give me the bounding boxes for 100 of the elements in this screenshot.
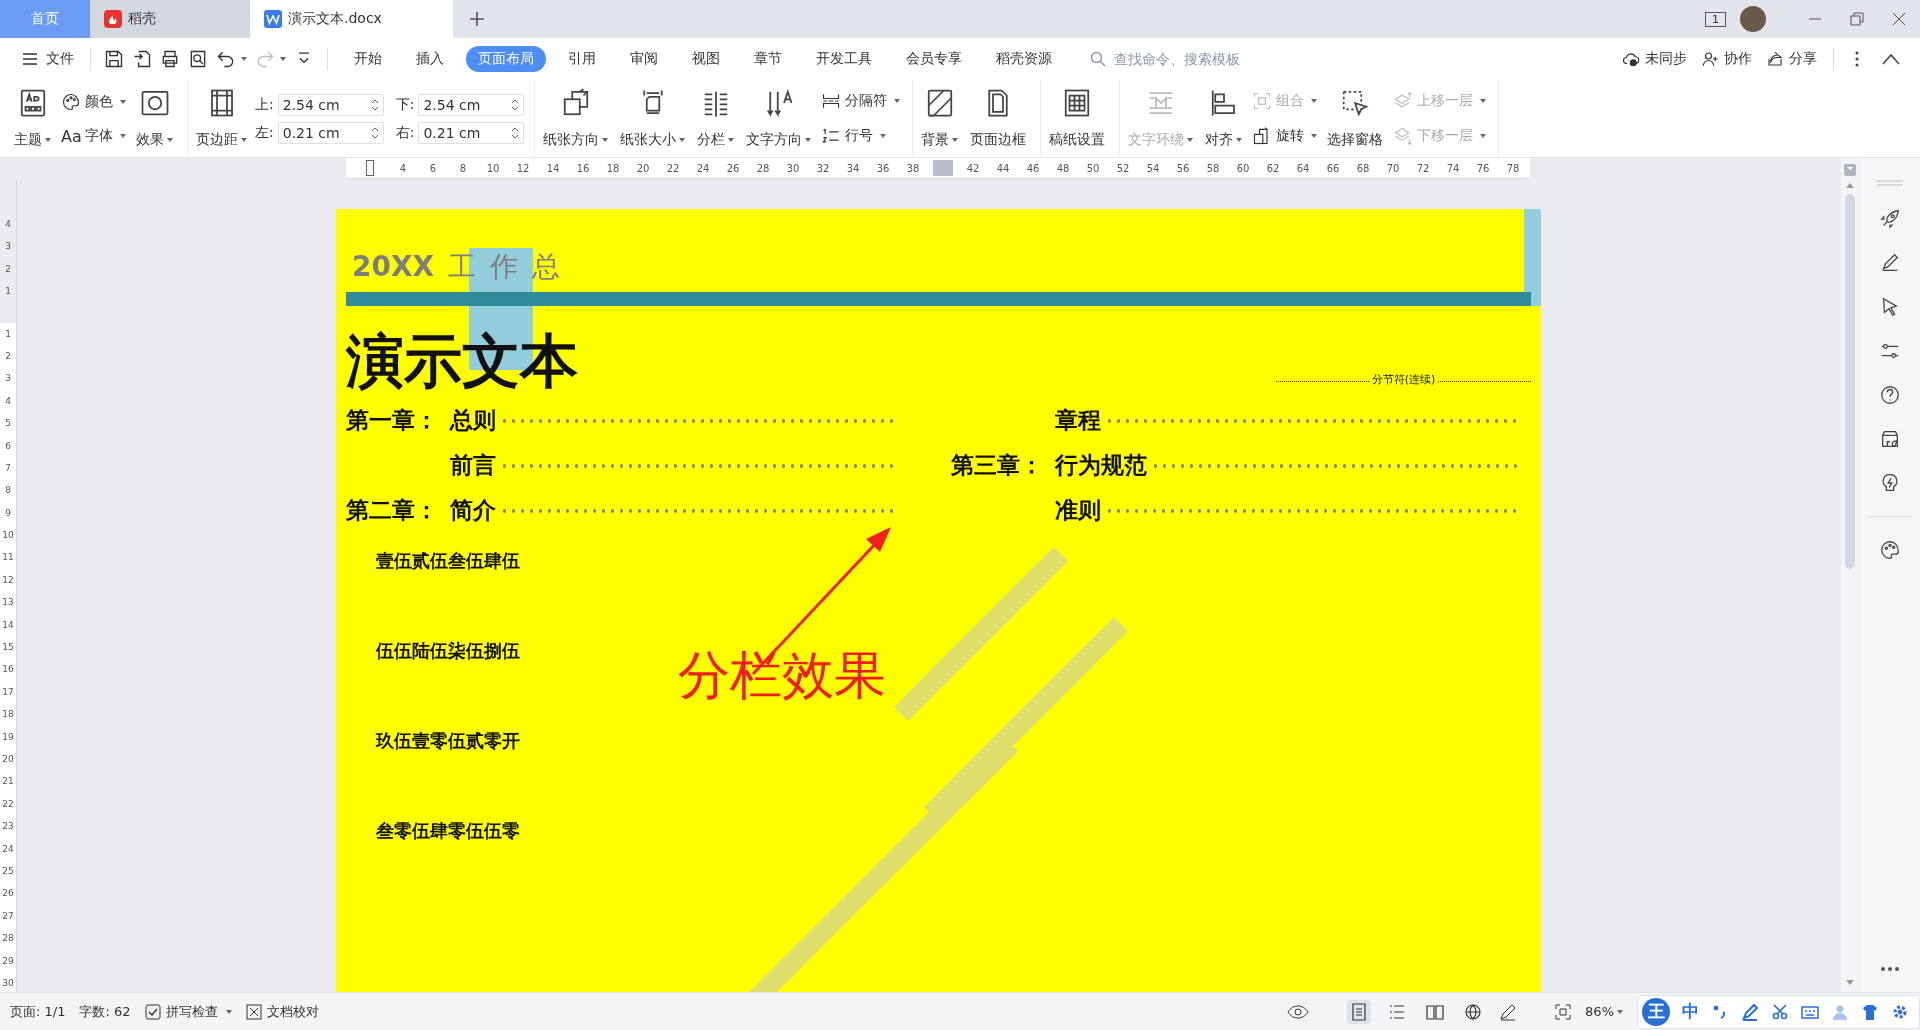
palette-icon: [61, 91, 81, 112]
save-icon: [104, 49, 124, 69]
input-method-logo[interactable]: 王: [1642, 997, 1670, 1026]
ruler-number: 1: [4, 327, 12, 341]
file-menu-button[interactable]: 文件: [16, 46, 80, 72]
ribbon-button[interactable]: Aa 字体: [59, 124, 128, 148]
ruler-number: 44: [995, 162, 1011, 174]
pen-icon[interactable]: [1499, 1002, 1518, 1021]
ribbon-tab[interactable]: 稻壳资源: [984, 46, 1064, 72]
collaborate-button[interactable]: 协作: [1695, 46, 1758, 72]
rocket-icon[interactable]: [1879, 208, 1901, 230]
sync-button[interactable]: 未同步: [1616, 46, 1693, 72]
ribbon-tab[interactable]: 会员专享: [894, 46, 974, 72]
search-field[interactable]: 查找命令、搜索模板: [1090, 50, 1316, 68]
redo-icon: [255, 49, 275, 69]
caret-icon: [1480, 133, 1487, 138]
caret-icon: [1236, 138, 1243, 142]
ruler-number: 8: [4, 484, 12, 498]
scrollbar-thumb[interactable]: [1845, 194, 1855, 569]
ruler-number: 19: [1, 730, 15, 744]
ribbon-button[interactable]: 分栏: [693, 84, 739, 153]
ruler-number: 7: [4, 461, 12, 475]
scissors-icon[interactable]: [1771, 1002, 1789, 1021]
page-indicator[interactable]: 页面: 1/1: [10, 1002, 66, 1021]
margin-field[interactable]: 2.54 cm: [277, 93, 384, 116]
ruler-number: 29: [1, 954, 15, 968]
ribbon-button[interactable]: 文字方向: [742, 84, 816, 153]
ribbon-tab[interactable]: 章节: [742, 46, 794, 72]
avatar[interactable]: [1740, 6, 1766, 32]
bulb-icon[interactable]: [1879, 472, 1901, 494]
ribbon-button[interactable]: 页面边框: [966, 84, 1031, 153]
caret-icon: [602, 138, 609, 142]
ribbon-tab[interactable]: 开始: [342, 46, 394, 72]
document-tab[interactable]: 稻壳: [90, 0, 250, 38]
caret-icon: [280, 57, 286, 61]
ribbon-button[interactable]: 分隔符: [819, 89, 903, 114]
help-icon[interactable]: [1879, 384, 1901, 406]
ribbon-tab[interactable]: 插入: [404, 46, 456, 72]
ribbon-tab[interactable]: 引用: [556, 46, 608, 72]
ruler-number: 27: [1, 909, 15, 923]
ruler-number: 22: [665, 162, 681, 174]
zoom-level[interactable]: 86%: [1585, 1004, 1623, 1019]
ribbon-button[interactable]: 主题: [10, 84, 55, 153]
ribbon-button[interactable]: 行号: [819, 123, 903, 148]
margin-field[interactable]: 0.21 cm: [277, 121, 384, 144]
ribbon-tab[interactable]: 开发工具: [804, 46, 884, 72]
close-icon[interactable]: [1892, 12, 1906, 26]
body-paragraph: 伍伍陆伍柒伍捌伍: [376, 639, 521, 663]
page-count-badge[interactable]: 1: [1705, 11, 1726, 27]
pencil-icon[interactable]: [1741, 1002, 1759, 1021]
caret-icon: [120, 134, 126, 138]
more-options-icon[interactable]: [1854, 50, 1860, 68]
shirt-icon[interactable]: [1861, 1002, 1879, 1021]
ribbon-button[interactable]: 稿纸设置: [1045, 84, 1110, 153]
ribbon-button[interactable]: 选择窗格: [1323, 84, 1388, 153]
ribbon-button[interactable]: 颜色: [59, 89, 128, 114]
store-icon[interactable]: [1879, 428, 1901, 450]
ruler-number: 1: [4, 285, 12, 299]
fit-page-icon[interactable]: [1555, 1003, 1572, 1020]
ruler-number: 76: [1475, 162, 1491, 174]
caret-icon: [894, 99, 901, 104]
selection-icon: [1340, 88, 1371, 118]
ribbon-button[interactable]: 纸张方向: [539, 84, 613, 153]
ribbon-button[interactable]: 背景: [917, 84, 963, 153]
toc-entry: 总则: [450, 405, 496, 435]
eye-icon[interactable]: [1287, 1003, 1310, 1020]
scroll-up-icon[interactable]: [1846, 182, 1854, 188]
ribbon-button[interactable]: 页边距: [192, 84, 251, 153]
scroll-down-icon[interactable]: [1846, 980, 1854, 986]
input-mode-toggle[interactable]: 中: [1682, 1000, 1699, 1023]
outline-view-icon: [1388, 1002, 1407, 1021]
ribbon-button[interactable]: 效果: [132, 84, 177, 153]
ribbon-button[interactable]: 对齐: [1201, 84, 1247, 153]
ruler-toggle-icon[interactable]: [1844, 164, 1856, 176]
drag-handle-icon[interactable]: [1877, 180, 1903, 186]
more-icon[interactable]: [1880, 966, 1900, 972]
collapse-ribbon-icon[interactable]: [1882, 53, 1900, 65]
margin-field[interactable]: 2.54 cm: [418, 93, 525, 116]
ribbon-button[interactable]: 旋转: [1250, 123, 1320, 148]
ribbon-tab[interactable]: 审阅: [618, 46, 670, 72]
ruler-number: 38: [905, 162, 921, 174]
margin-label: 右:: [395, 123, 415, 142]
ruler-number: 6: [428, 162, 438, 174]
indent-marker[interactable]: [366, 160, 374, 176]
ruler-number: 16: [1, 663, 15, 677]
brush-icon[interactable]: [1879, 252, 1901, 274]
spell-check-button[interactable]: 拼写检查: [144, 1002, 232, 1021]
word-count[interactable]: 字数: 62: [79, 1002, 131, 1021]
restore-icon[interactable]: [1850, 12, 1864, 26]
ribbon-button[interactable]: 纸张大小: [616, 84, 690, 153]
margin-field[interactable]: 0.21 cm: [418, 121, 525, 144]
proofread-button[interactable]: 文档校对: [245, 1002, 319, 1021]
palette-icon[interactable]: [1879, 539, 1901, 561]
ruler-number: 3: [4, 240, 12, 254]
document-tab[interactable]: 演示文本.docx: [250, 0, 453, 38]
share-button[interactable]: 分享: [1760, 46, 1823, 72]
toc-entry: 简介: [450, 495, 496, 525]
new-tab-icon[interactable]: [469, 11, 485, 27]
ribbon-tab[interactable]: 视图: [680, 46, 732, 72]
column-marker[interactable]: [933, 160, 953, 176]
